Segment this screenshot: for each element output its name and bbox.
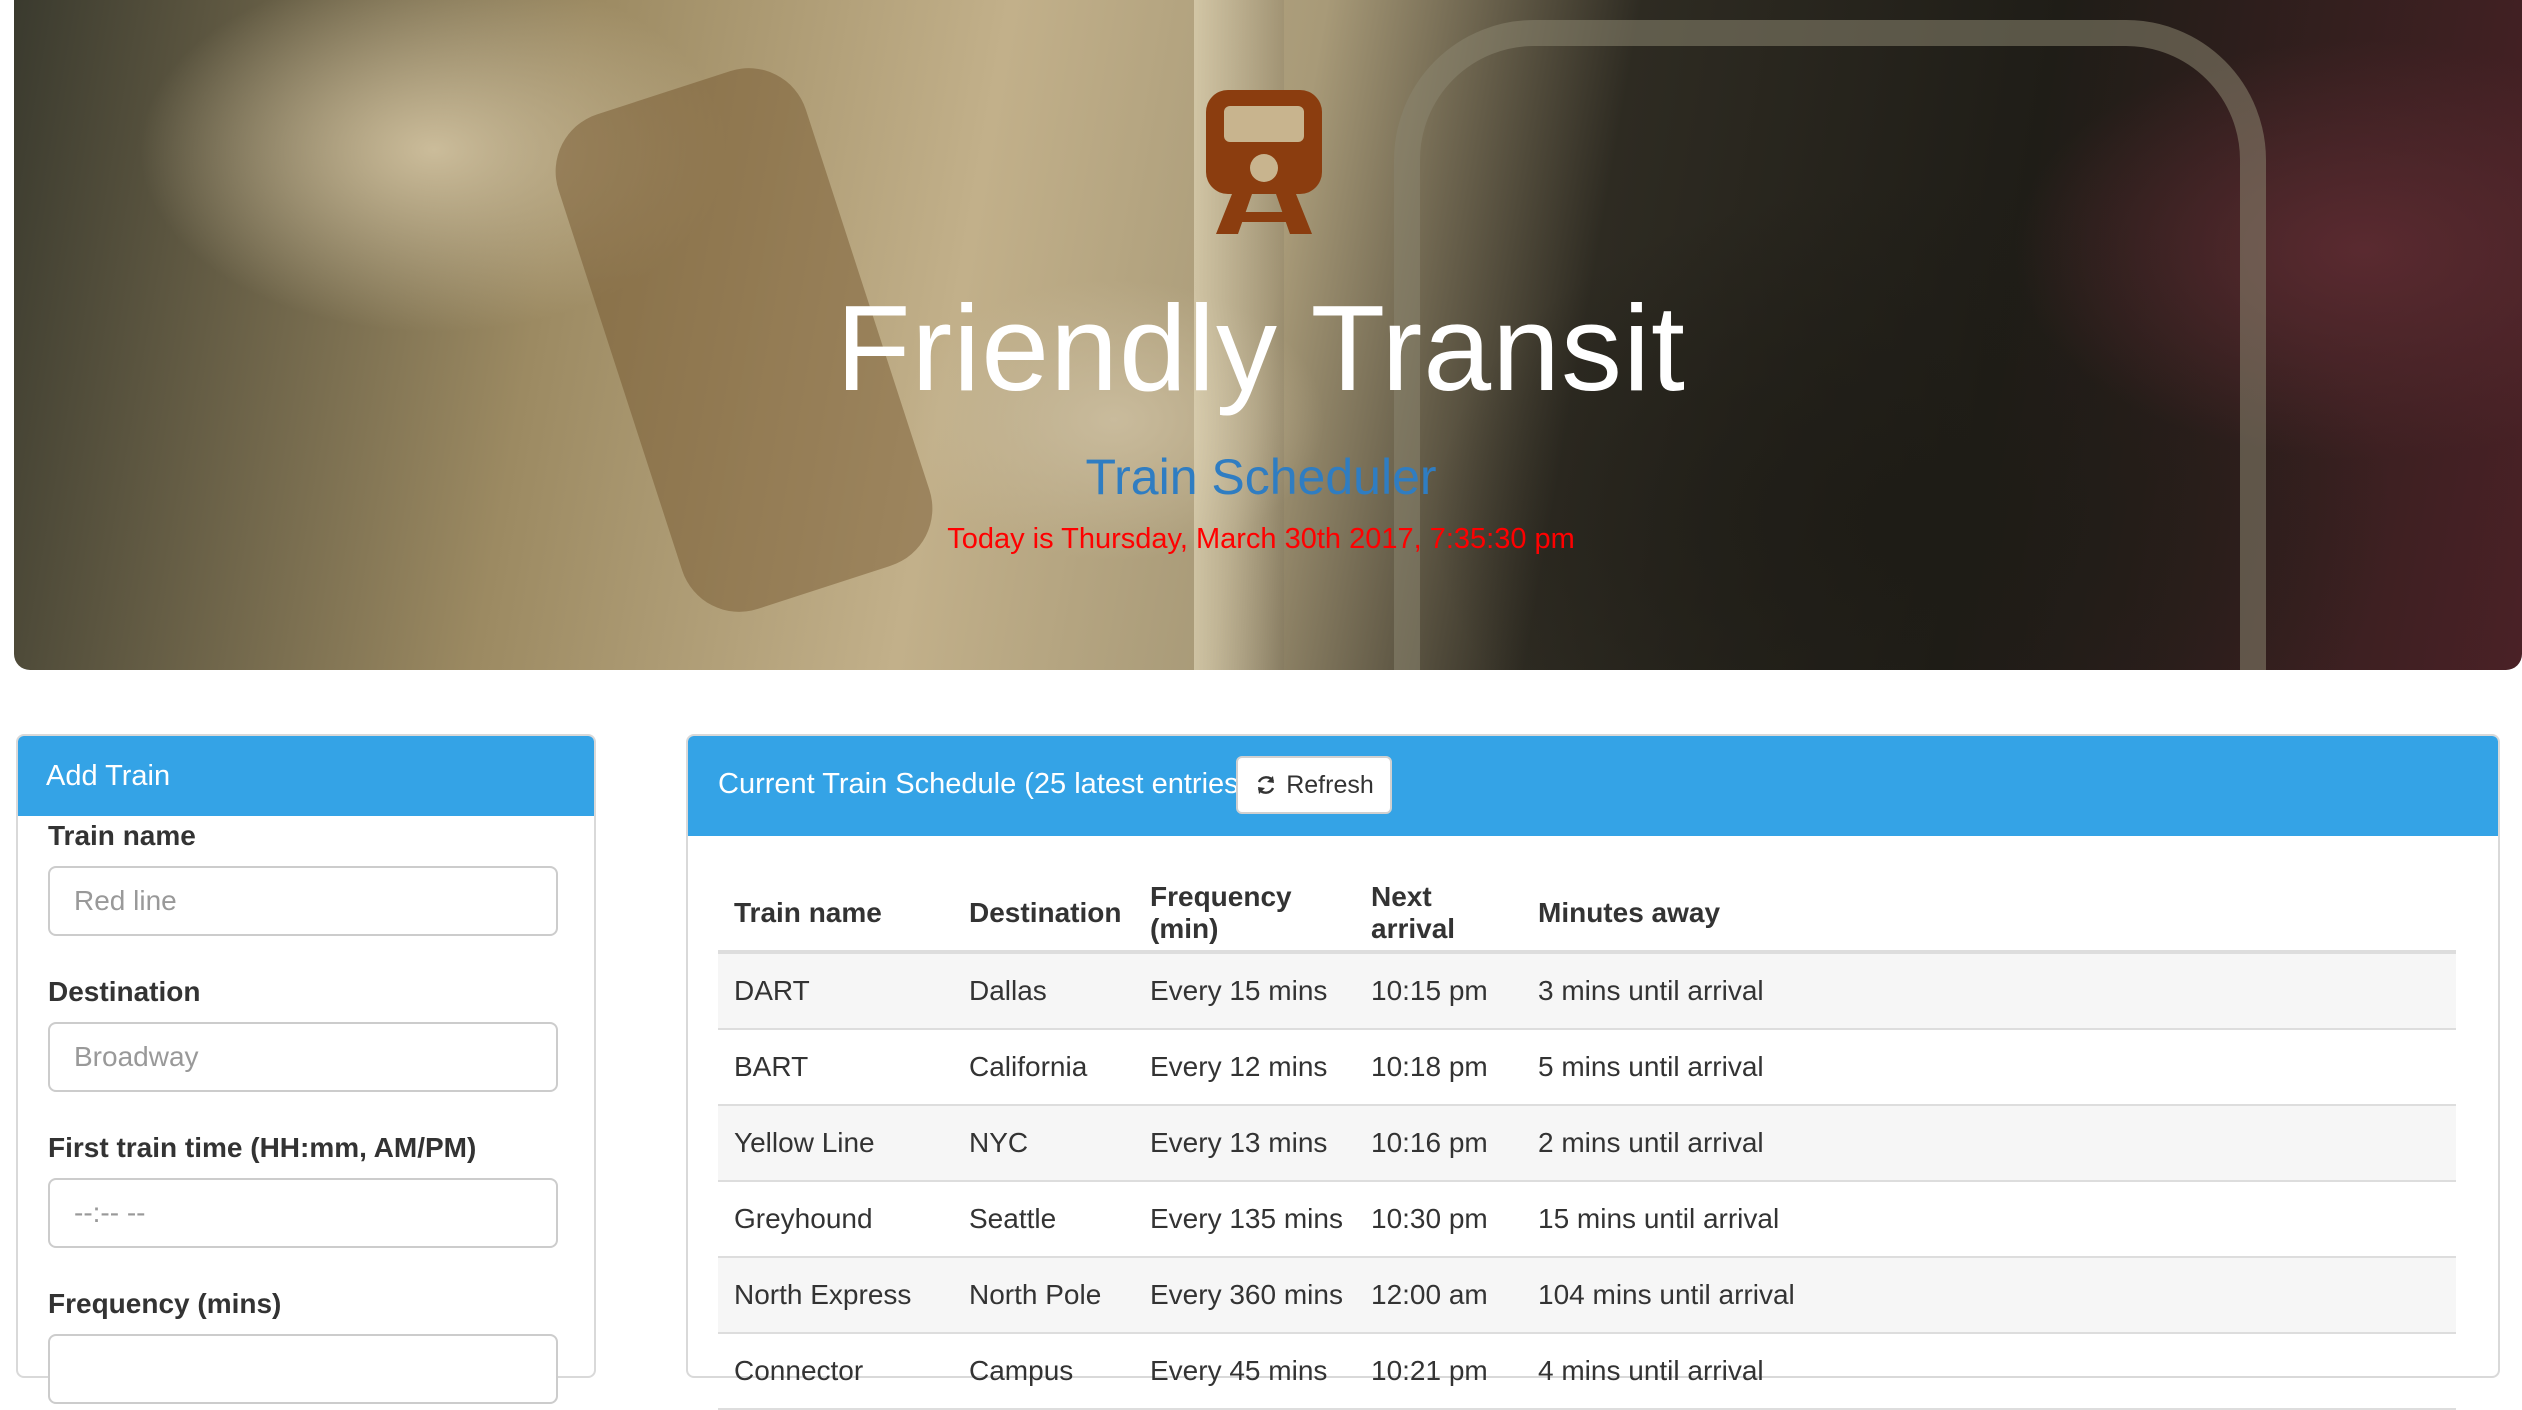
first-train-time-input[interactable] (48, 1178, 558, 1248)
table-cell: 5 mins until arrival (1522, 1029, 2456, 1106)
destination-input[interactable] (48, 1022, 558, 1092)
table-cell: Every 15 mins (1134, 952, 1355, 1030)
refresh-icon (1258, 776, 1275, 794)
table-cell: Connector (718, 1333, 953, 1410)
table-cell: Every 135 mins (1134, 1181, 1355, 1258)
schedule-heading: Current Train Schedule (25 latest entrie… (718, 768, 1249, 800)
table-cell: Greyhound (718, 1181, 953, 1258)
table-cell: Every 12 mins (1134, 1029, 1355, 1106)
table-cell: 10:15 pm (1355, 952, 1522, 1030)
schedule-header: Current Train Schedule (25 latest entrie… (688, 736, 2498, 836)
table-row: North Express North Pole Every 360 mins 12:… (718, 1257, 2456, 1334)
table-cell: 10:16 pm (1355, 1105, 1522, 1182)
train-name-label: Train name (48, 820, 196, 851)
table-cell: Yellow Line (718, 1105, 953, 1182)
first-train-time-label: First train time (HH:mm, AM/PM) (48, 1132, 477, 1163)
column-header: Destination (953, 876, 1134, 954)
table-row: Yellow Line NYC Every 13 mins 10:16 pm 2 min… (718, 1105, 2456, 1182)
train-icon (1206, 90, 1322, 234)
refresh-button[interactable]: Refresh (1236, 756, 1392, 814)
current-datetime: Today is Thursday, March 30th 2017, 7:35… (947, 523, 1575, 555)
table-cell: Seattle (953, 1181, 1134, 1258)
table-cell: Campus (953, 1333, 1134, 1410)
column-header: Next arrival (1355, 876, 1522, 954)
table-row: DART Dallas Every 15 mins 10:15 pm 3 mins un… (718, 952, 2456, 1030)
add-train-panel: Add Train Train name Destination First t… (16, 734, 596, 1404)
table-cell: 2 mins until arrival (1522, 1105, 2456, 1182)
table-cell: 4 mins until arrival (1522, 1333, 2456, 1410)
table-cell: NYC (953, 1105, 1134, 1182)
table-cell: DART (718, 952, 953, 1030)
table-cell: Every 13 mins (1134, 1105, 1355, 1182)
table-row: Connector Campus Every 45 mins 10:21 pm 4 mi… (718, 1333, 2456, 1410)
table-cell: Every 360 mins (1134, 1257, 1355, 1334)
table-cell: 15 mins until arrival (1522, 1181, 2456, 1258)
table-cell: California (953, 1029, 1134, 1106)
table-row: BART California Every 12 mins 10:18 pm 5 min… (718, 1029, 2456, 1106)
column-header: Train name (718, 876, 953, 954)
table-row: Greyhound Seattle Every 135 mins 10:30 pm 15… (718, 1181, 2456, 1258)
table-cell: 104 mins until arrival (1522, 1257, 2456, 1334)
frequency-input[interactable] (48, 1334, 558, 1404)
schedule-table: Train name Destination Frequency (min) N… (718, 876, 2456, 1410)
page-subtitle: Train Scheduler (1085, 449, 1437, 505)
add-train-heading: Add Train (18, 736, 594, 816)
table-header-row: Train name Destination Frequency (min) N… (718, 876, 2456, 954)
refresh-label: Refresh (1286, 770, 1374, 799)
table-cell: 12:00 am (1355, 1257, 1522, 1334)
frequency-label: Frequency (mins) (48, 1288, 282, 1319)
table-cell: North Express (718, 1257, 953, 1334)
table-cell: BART (718, 1029, 953, 1106)
table-cell: 3 mins until arrival (1522, 952, 2456, 1030)
table-cell: Every 45 mins (1134, 1333, 1355, 1410)
train-name-input[interactable] (48, 866, 558, 936)
schedule-panel: Current Train Schedule (25 latest entrie… (686, 734, 2500, 1410)
table-cell: North Pole (953, 1257, 1134, 1334)
destination-label: Destination (48, 976, 201, 1007)
table-cell: 10:18 pm (1355, 1029, 1522, 1106)
column-header: Minutes away (1522, 876, 2456, 954)
column-header: Frequency (min) (1134, 876, 1355, 954)
page-title: Friendly Transit (836, 280, 1686, 416)
table-cell: 10:21 pm (1355, 1333, 1522, 1410)
table-cell: 10:30 pm (1355, 1181, 1522, 1258)
table-cell: Dallas (953, 952, 1134, 1030)
